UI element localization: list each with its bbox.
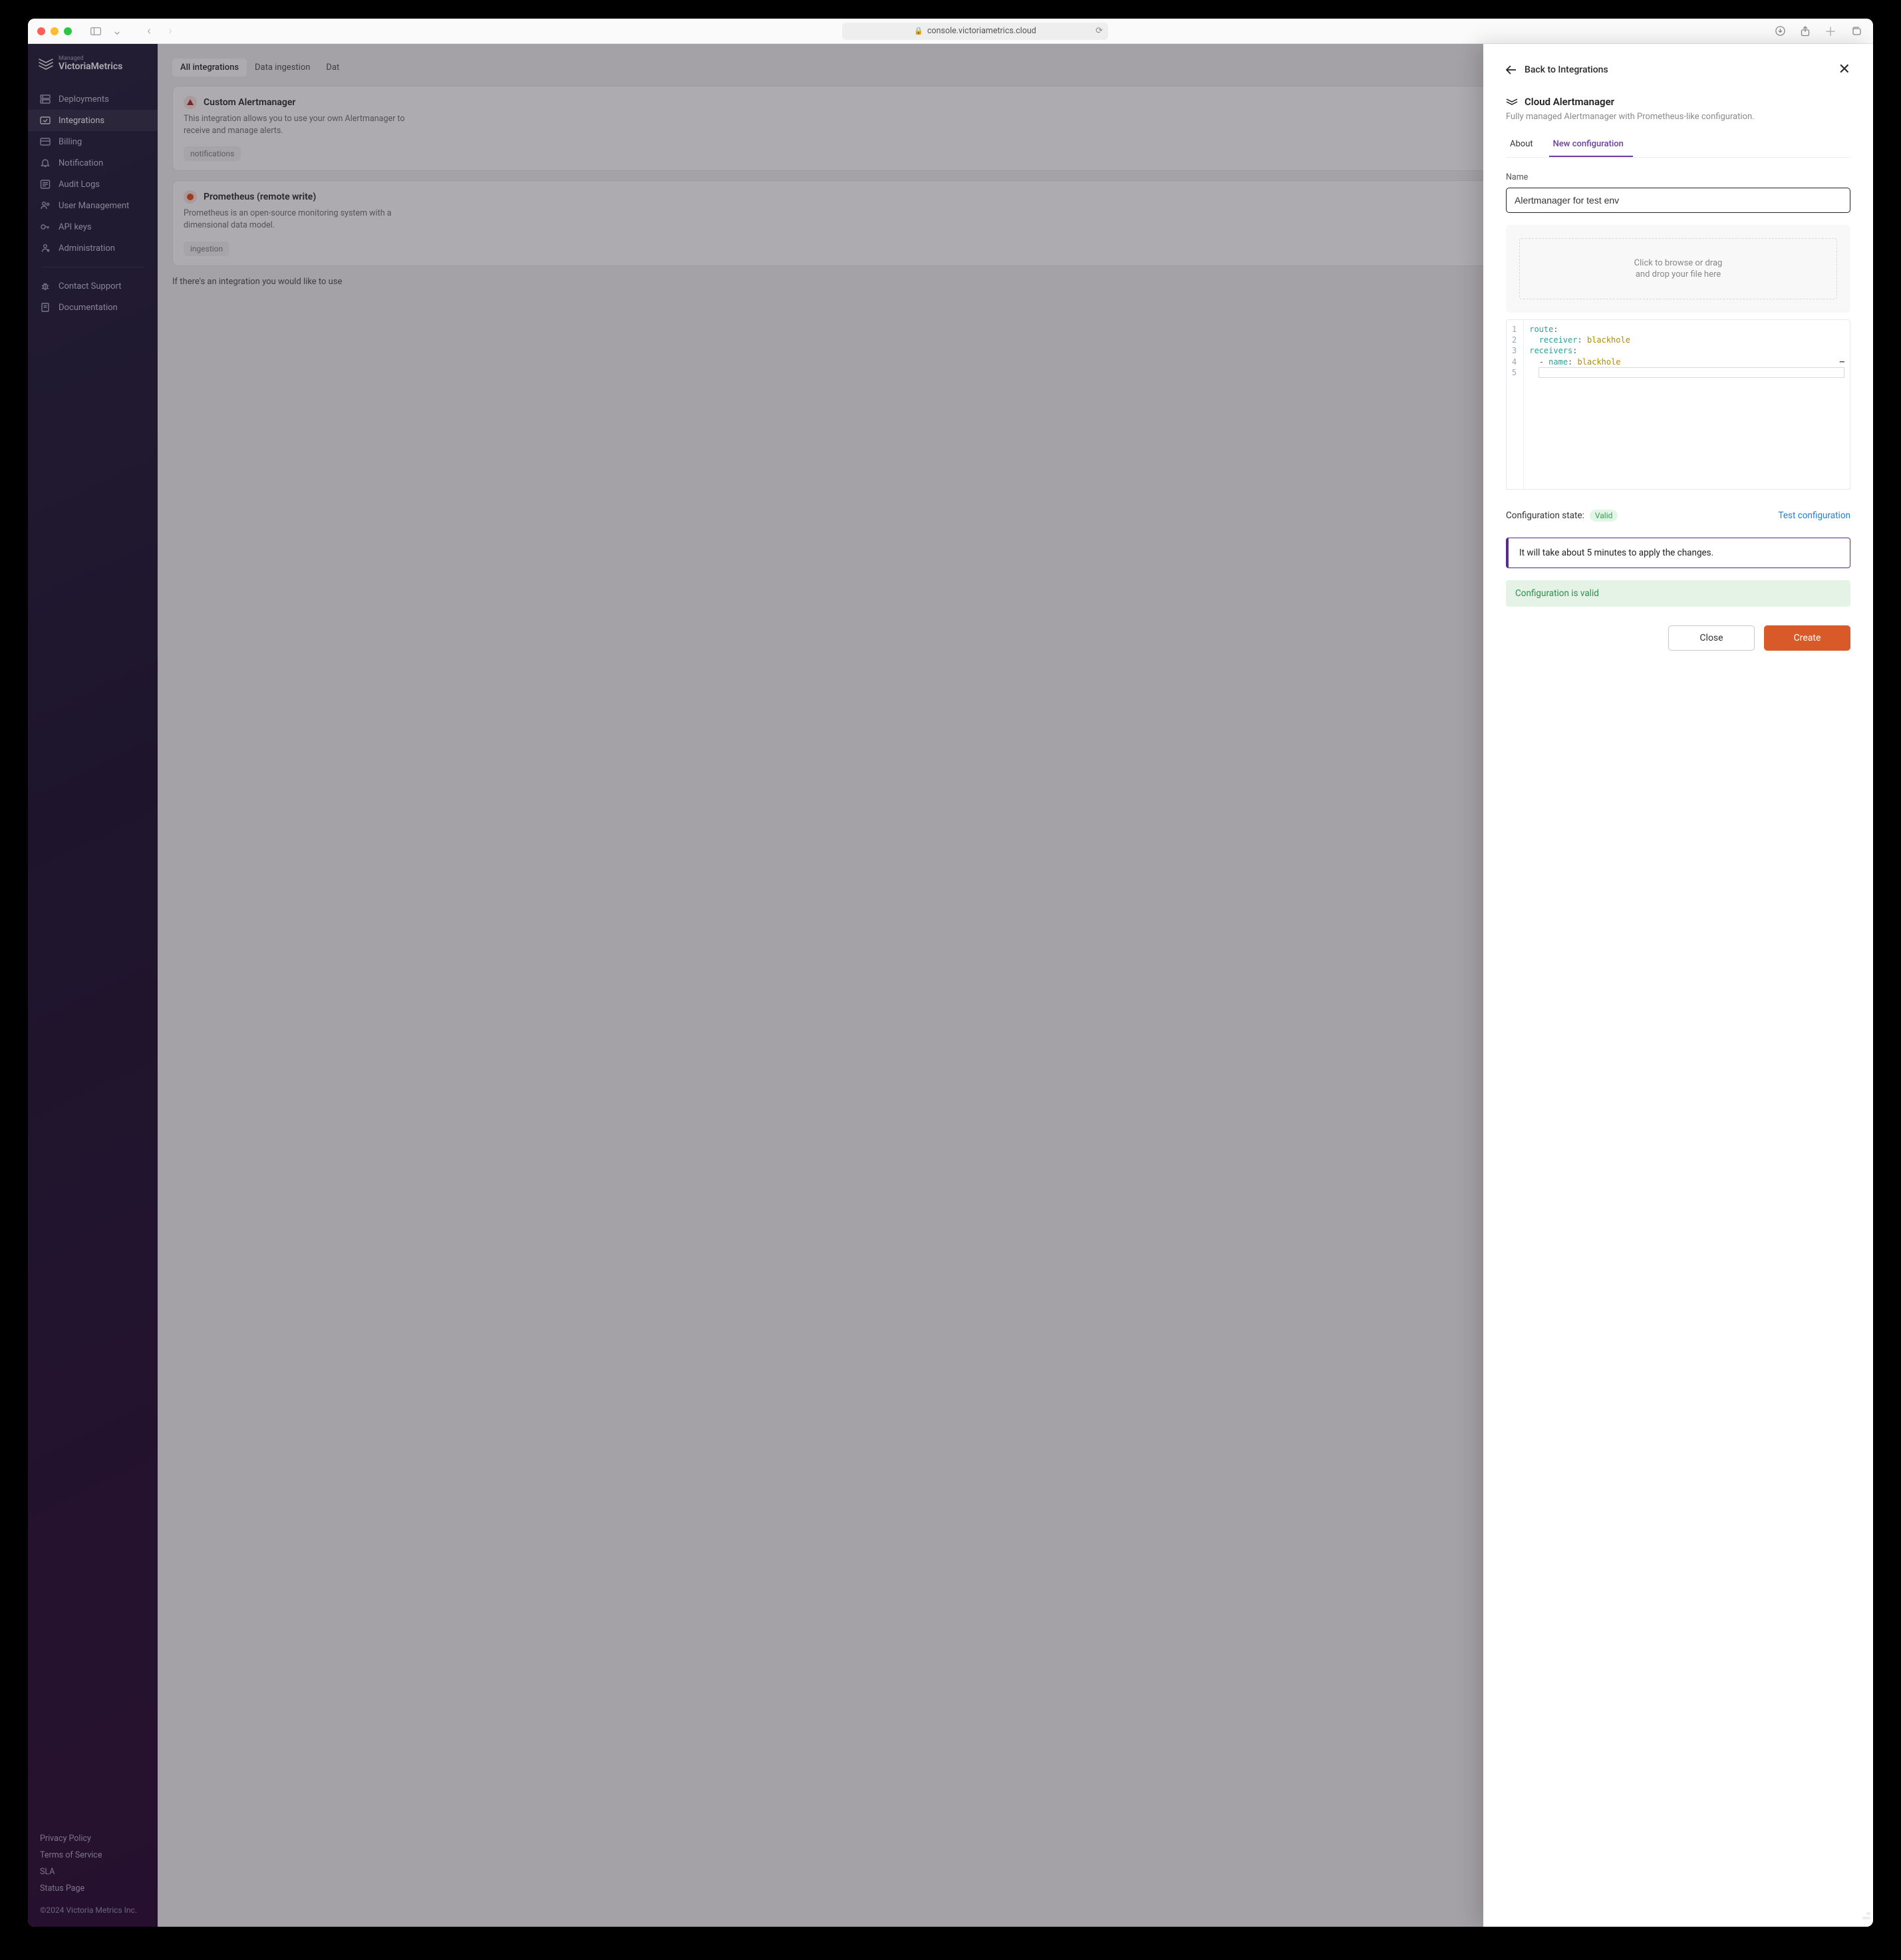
name-label: Name (1506, 172, 1850, 182)
close-button[interactable]: Close (1668, 625, 1755, 651)
editor-gutter: 12345 (1507, 320, 1524, 489)
apply-delay-banner: It will take about 5 minutes to apply th… (1506, 538, 1850, 568)
sidebar-toggle-icon[interactable] (88, 23, 104, 39)
config-state-label: Configuration state: (1506, 510, 1584, 521)
config-state-badge: Valid (1590, 510, 1618, 522)
browser-window: ⌄ ‹ › 🔒 console.victoriametrics.cloud ⟳ … (28, 19, 1873, 1927)
file-dropzone[interactable]: Click to browse or drag and drop your fi… (1519, 238, 1837, 299)
name-input[interactable] (1506, 188, 1850, 213)
drawer-subtabs: About New configuration (1506, 134, 1850, 158)
config-state-row: Configuration state: Valid Test configur… (1506, 510, 1850, 522)
config-valid-banner: Configuration is valid (1506, 580, 1850, 607)
chevron-down-icon[interactable]: ⌄ (109, 23, 125, 39)
upload-line-1: Click to browse or drag (1634, 258, 1723, 268)
close-window-icon[interactable] (37, 27, 45, 35)
back-to-integrations[interactable]: Back to Integrations (1506, 65, 1608, 75)
upload-zone: Click to browse or drag and drop your fi… (1506, 225, 1850, 313)
nav-back-icon[interactable]: ‹ (141, 23, 157, 39)
reload-icon[interactable]: ⟳ (1096, 26, 1103, 36)
arrow-left-icon (1506, 65, 1517, 75)
app-chrome: Managed VictoriaMetrics Deployments Inte… (28, 44, 1873, 1927)
back-label: Back to Integrations (1525, 65, 1608, 75)
new-tab-icon[interactable]: ＋ (1823, 23, 1838, 39)
close-icon[interactable]: ✕ (1838, 63, 1850, 77)
drawer-subtitle: Fully managed Alertmanager with Promethe… (1506, 112, 1850, 122)
create-button[interactable]: Create (1764, 625, 1850, 651)
editor-collapse-icon[interactable]: — (1840, 357, 1844, 366)
editor-code[interactable]: route: receiver: blackholereceivers: - n… (1524, 320, 1850, 489)
drawer-title-row: Cloud Alertmanager (1506, 96, 1850, 108)
test-configuration-link[interactable]: Test configuration (1778, 510, 1850, 521)
subtab-about[interactable]: About (1506, 134, 1542, 157)
address-bar[interactable]: 🔒 console.victoriametrics.cloud ⟳ (842, 23, 1108, 40)
browser-titlebar: ⌄ ‹ › 🔒 console.victoriametrics.cloud ⟳ … (28, 19, 1873, 44)
drawer-actions: Close Create (1506, 625, 1850, 651)
yaml-editor[interactable]: 12345 route: receiver: blackholereceiver… (1506, 319, 1850, 490)
drawer-title: Cloud Alertmanager (1525, 96, 1614, 108)
download-icon[interactable] (1772, 23, 1788, 39)
tabs-overview-icon[interactable] (1848, 23, 1864, 39)
resize-handle-icon[interactable] (1858, 1912, 1870, 1924)
alertmanager-stack-icon (1506, 96, 1518, 108)
lock-icon: 🔒 (914, 27, 923, 35)
traffic-lights (37, 27, 72, 35)
subtab-new-configuration[interactable]: New configuration (1549, 134, 1633, 157)
minimize-window-icon[interactable] (51, 27, 59, 35)
upload-line-2: and drop your file here (1636, 269, 1721, 279)
share-icon[interactable] (1797, 23, 1813, 39)
drawer-panel: Back to Integrations ✕ Cloud Alertmanage… (1483, 44, 1873, 1927)
zoom-window-icon[interactable] (64, 27, 72, 35)
url-text: console.victoriametrics.cloud (927, 26, 1036, 36)
nav-forward-icon[interactable]: › (162, 23, 178, 39)
